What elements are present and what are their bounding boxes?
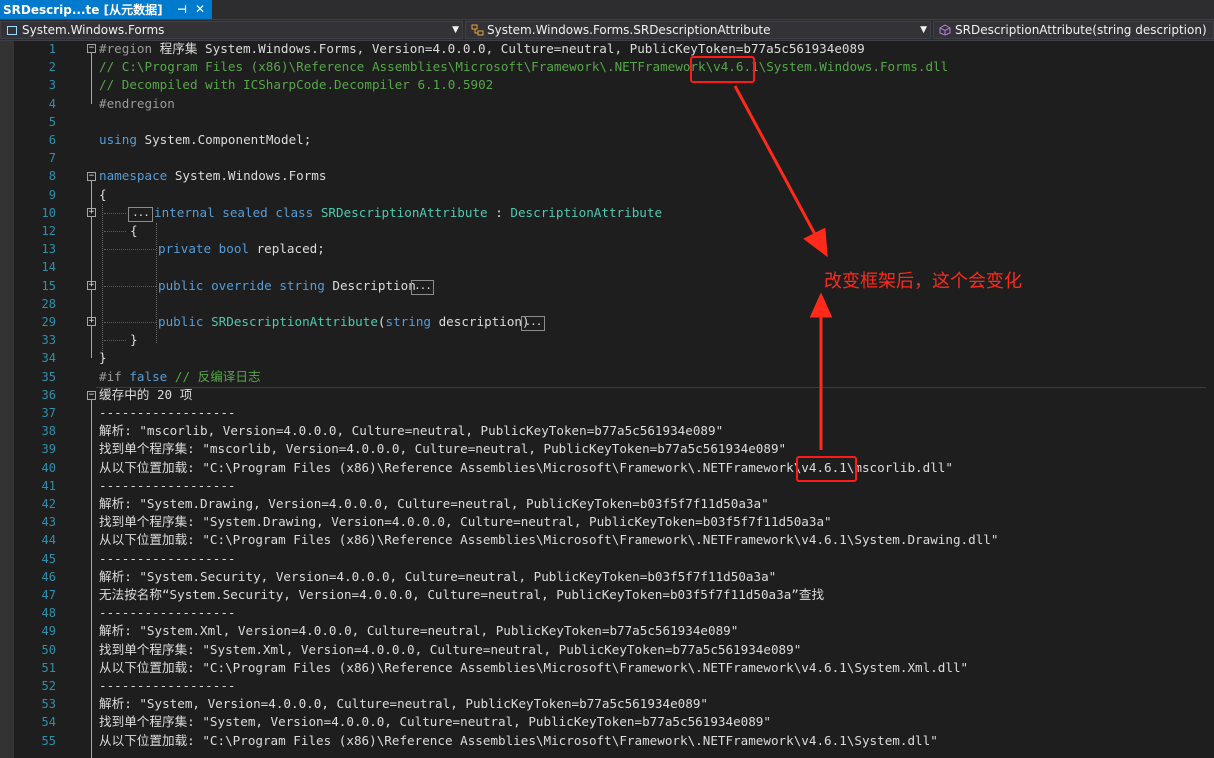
annotation-text: 改变框架后，这个会变化 <box>824 271 1022 292</box>
arrow-to-header <box>733 85 819 239</box>
arrowhead-up <box>809 292 833 318</box>
arrowhead-down <box>803 227 828 258</box>
annotation-arrows <box>733 85 833 450</box>
